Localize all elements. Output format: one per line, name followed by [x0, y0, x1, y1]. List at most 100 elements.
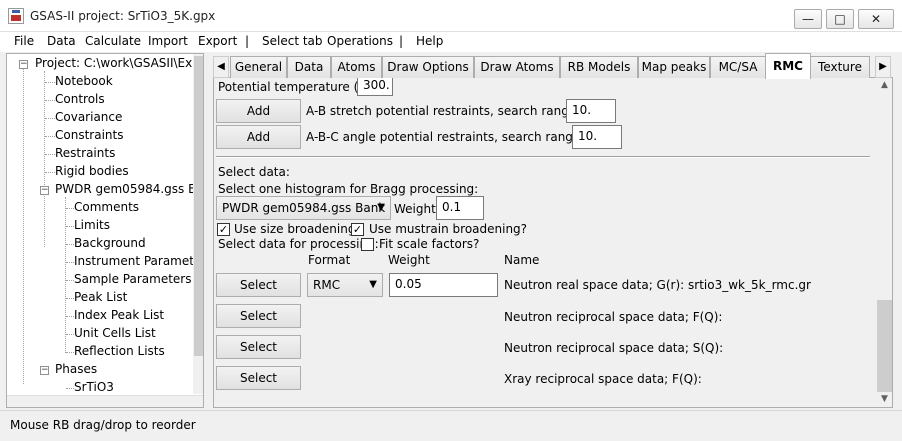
select-data-button[interactable]: Select [216, 366, 301, 390]
tab-data[interactable]: Data [287, 56, 331, 78]
bragg-weight-label: Weight [394, 202, 436, 216]
tree-scroll-thumb[interactable] [194, 56, 203, 356]
menu-data[interactable]: Data [47, 34, 76, 48]
data-name-label: Xray reciprocal space data; F(Q): [504, 372, 702, 386]
menu-help[interactable]: Help [416, 34, 443, 48]
tree-scrollbar[interactable] [193, 54, 203, 394]
panel-scroll-thumb[interactable] [877, 300, 892, 392]
tree-root[interactable]: Project: C:\work\GSASII\Exar [35, 56, 203, 71]
format-column-header: Format [308, 253, 351, 267]
collapse-icon[interactable]: − [40, 366, 49, 375]
tree-item-phases[interactable]: Phases [55, 362, 97, 377]
chevron-down-icon: ▼ [369, 279, 377, 290]
tree-item-background[interactable]: Background [74, 236, 146, 251]
tree-horizontal-scrollbar[interactable] [7, 395, 203, 407]
menu-separator: | [245, 34, 250, 48]
tree-item-instrument-parameters[interactable]: Instrument Parameter [74, 254, 203, 269]
tab-texture[interactable]: Texture [810, 56, 870, 78]
tab-scroll-right-icon[interactable]: ▶ [875, 56, 891, 78]
size-broadening-checkbox[interactable]: ✓ [217, 223, 230, 236]
maximize-button[interactable]: □ [826, 9, 854, 29]
tree-item-pwdr[interactable]: PWDR gem05984.gss Ban [55, 182, 203, 197]
tree-item-peak-list[interactable]: Peak List [74, 290, 127, 305]
collapse-icon[interactable]: − [40, 186, 49, 195]
tree-item-restraints[interactable]: Restraints [55, 146, 115, 161]
tree-line [66, 352, 74, 353]
tree-item-controls[interactable]: Controls [55, 92, 105, 107]
tab-rmc[interactable]: RMC [765, 53, 811, 79]
tree-item-limits[interactable]: Limits [74, 218, 110, 233]
menu-operations[interactable]: Operations [327, 34, 393, 48]
tree-line [66, 298, 74, 299]
tree-item-sample-parameters[interactable]: Sample Parameters [74, 272, 192, 287]
add-stretch-restraints-button[interactable]: Add [216, 99, 301, 123]
angle-restraints-label: A-B-C angle potential restraints, search… [306, 130, 609, 144]
tab-map-peaks[interactable]: Map peaks [638, 56, 710, 78]
tree-line [45, 118, 55, 119]
tree-item-reflection-lists[interactable]: Reflection Lists [74, 344, 165, 359]
tree-item-covariance[interactable]: Covariance [55, 110, 122, 125]
potential-temperature-label: Potential temperature (K): [218, 80, 375, 94]
collapse-icon[interactable]: − [19, 60, 28, 69]
tab-rb-models[interactable]: RB Models [560, 56, 638, 78]
tree-item-constraints[interactable]: Constraints [55, 128, 123, 143]
project-tree[interactable]: − Project: C:\work\GSASII\Exar Notebook … [6, 53, 204, 408]
mustrain-broadening-checkbox[interactable]: ✓ [351, 223, 364, 236]
status-text: Mouse RB drag/drop to reorder [10, 418, 196, 432]
data-weight-input[interactable]: 0.05 [389, 273, 498, 297]
format-select[interactable]: RMC ▼ [307, 273, 383, 297]
title-bar: GSAS-II project: SrTiO3_5K.gpx — □ ✕ [0, 0, 902, 32]
weight-column-header: Weight [388, 253, 430, 267]
menu-file[interactable]: File [14, 34, 34, 48]
tree-line [66, 226, 74, 227]
select-data-button[interactable]: Select [216, 335, 301, 359]
size-broadening-label: Use size broadening? [234, 222, 362, 236]
scroll-up-icon[interactable]: ▲ [876, 80, 892, 94]
tab-general[interactable]: General [230, 56, 287, 78]
minimize-button[interactable]: — [794, 9, 822, 29]
tree-line [45, 136, 55, 137]
rmc-panel: Potential temperature (K): 300. Add A-B … [213, 78, 893, 408]
menu-import[interactable]: Import [148, 34, 188, 48]
menu-calculate[interactable]: Calculate [85, 34, 141, 48]
tab-draw-options[interactable]: Draw Options [382, 56, 474, 78]
tab-scroll-left-icon[interactable]: ◀ [213, 56, 229, 78]
tree-line [66, 208, 74, 209]
data-processing-label: Select data for processing: [218, 237, 379, 251]
format-select-value: RMC [313, 278, 341, 292]
tree-item-rigid-bodies[interactable]: Rigid bodies [55, 164, 129, 179]
stretch-restraints-label: A-B stretch potential restraints, search… [306, 104, 605, 118]
fit-scale-checkbox[interactable] [361, 238, 374, 251]
stretch-range-input[interactable]: 10. [566, 99, 616, 123]
app-icon [8, 8, 24, 24]
tree-line [45, 154, 55, 155]
menu-separator: | [399, 34, 404, 48]
chevron-down-icon: ▼ [377, 202, 385, 213]
tab-mcsa[interactable]: MC/SA [710, 56, 766, 78]
select-data-button[interactable]: Select [216, 273, 301, 297]
tree-item-notebook[interactable]: Notebook [55, 74, 113, 89]
close-button[interactable]: ✕ [858, 9, 894, 29]
add-angle-restraints-button[interactable]: Add [216, 125, 301, 149]
tree-item-index-peak-list[interactable]: Index Peak List [74, 308, 164, 323]
tree-line [66, 334, 74, 335]
tree-item-unit-cells-list[interactable]: Unit Cells List [74, 326, 156, 341]
bragg-weight-input[interactable]: 0.1 [436, 196, 484, 220]
panel-scrollbar[interactable]: ▲ ▼ [876, 78, 892, 407]
data-name-label: Neutron reciprocal space data; F(Q): [504, 310, 723, 324]
angle-range-input[interactable]: 10. [572, 125, 622, 149]
tree-item-comments[interactable]: Comments [74, 200, 139, 215]
tree-line [66, 316, 74, 317]
menu-export[interactable]: Export [198, 34, 237, 48]
tree-line [45, 82, 55, 83]
menu-select-tab[interactable]: Select tab [262, 34, 323, 48]
menu-bar: File Data Calculate Import Export | Sele… [0, 32, 902, 52]
histogram-select[interactable]: PWDR gem05984.gss Bank 3 ▼ [216, 196, 391, 237]
name-column-header: Name [504, 253, 540, 267]
select-data-button[interactable]: Select [216, 304, 301, 328]
potential-temperature-input[interactable]: 300. [357, 78, 393, 96]
scroll-down-icon[interactable]: ▼ [876, 394, 892, 407]
tab-draw-atoms[interactable]: Draw Atoms [474, 56, 560, 78]
tab-atoms[interactable]: Atoms [331, 56, 382, 78]
tree-item-phase[interactable]: SrTiO3 [74, 380, 114, 395]
